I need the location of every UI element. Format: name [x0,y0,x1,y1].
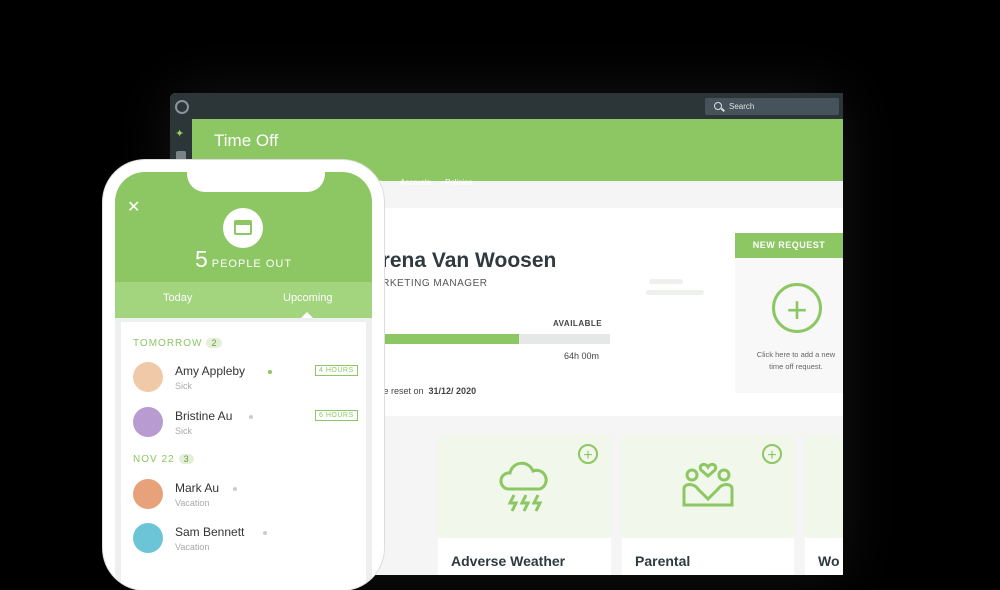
phone-tabs: Today Upcoming [115,282,372,318]
person-name: Mark Au [175,481,220,495]
available-progress-fill [370,334,519,344]
list-item[interactable]: Bristine Au Sick 6 HOURS [133,407,363,447]
section-count: 3 [178,454,194,464]
card-label: Parental [635,553,691,569]
section-title: NOV 22 [133,454,175,465]
available-hours: 64h 00m [564,351,600,361]
policy-card-work[interactable]: Wo [805,435,843,575]
tab-today[interactable]: Today [163,292,192,304]
employee-role: ARKETING MANAGER [375,278,488,289]
reset-note: ill be reset on 31/12/ 2020 [370,386,476,396]
add-request-icon[interactable]: + [772,283,822,333]
status-dot [249,415,253,419]
mobile-phone: ✕ 5 PEOPLE OUT Today Upcoming TOMORROW 2 A… [103,160,384,590]
add-parental-icon[interactable]: + [762,444,782,464]
hours-badge: 4 HOURS [315,365,358,376]
time-off-nav-icon[interactable]: ✦ [175,127,184,140]
card-label: Wo [818,553,840,569]
active-tab-caret [301,312,313,318]
policy-card-adverse-weather[interactable]: + Adverse Weather [438,435,611,575]
tab-upcoming[interactable]: Upcoming [283,292,333,304]
placeholder-lines [646,279,704,301]
app-logo-icon[interactable] [175,100,189,114]
section-nov-22: NOV 22 3 [133,454,194,465]
leave-type: Vacation [175,498,210,508]
tab-accruals[interactable]: Accruals [400,178,431,187]
avatar [133,479,163,509]
people-out-count: 5 [194,246,208,272]
avatar [133,407,163,437]
hours-badge: 6 HOURS [315,410,358,421]
avatar [133,362,163,392]
person-name: Sam Bennett [175,525,245,539]
reset-date: 31/12/ 2020 [428,386,477,396]
add-adverse-weather-icon[interactable]: + [578,444,598,464]
available-label: AVAILABLE [553,319,603,328]
status-dot [233,487,237,491]
person-name: Bristine Au [175,409,233,423]
list-item[interactable]: Amy Appleby Sick 4 HOURS [133,362,363,402]
search-input[interactable]: Search [705,98,839,115]
page-title: Time Off [214,131,279,150]
card-art: + [622,435,794,538]
list-item[interactable]: Mark Au Vacation [133,479,363,519]
search-placeholder: Search [729,102,755,111]
tab-policies[interactable]: Policies [445,178,473,187]
cloud-storm-icon [499,461,548,512]
new-request-card[interactable]: NEW REQUEST + Click here to add a new ti… [735,233,843,393]
section-count: 2 [206,338,222,348]
calendar-icon [223,208,263,248]
leave-type: Sick [175,426,193,436]
policy-card-parental[interactable]: + Parental [622,435,794,575]
card-art [805,435,843,538]
employee-name: erena Van Woosen [370,249,557,272]
new-request-text: Click here to add a new time off request… [756,350,836,371]
available-progress-bar [370,334,610,344]
phone-screen: ✕ 5 PEOPLE OUT Today Upcoming TOMORROW 2 A… [115,172,372,590]
phone-header: ✕ 5 PEOPLE OUT [115,172,372,282]
phone-notch [187,172,325,192]
card-art: + [438,435,611,538]
status-dot [263,531,267,535]
avatar [133,523,163,553]
section-tomorrow: TOMORROW 2 [133,338,222,349]
new-request-header: NEW REQUEST [735,233,843,258]
leave-type: Sick [175,381,193,391]
list-item[interactable]: Sam Bennett Vacation [133,523,363,563]
people-out-summary: 5 PEOPLE OUT [115,246,372,273]
search-icon [714,102,722,110]
top-bar: Search [170,93,843,119]
people-list: TOMORROW 2 Amy Appleby Sick 4 HOURS Brist… [121,322,366,590]
family-heart-icon [682,462,734,507]
section-title: TOMORROW [133,338,203,349]
status-dot [268,370,272,374]
person-name: Amy Appleby [175,364,246,378]
card-label: Adverse Weather [451,553,566,569]
people-out-label: PEOPLE OUT [211,258,293,270]
close-icon[interactable]: ✕ [127,197,140,217]
leave-type: Vacation [175,542,210,552]
